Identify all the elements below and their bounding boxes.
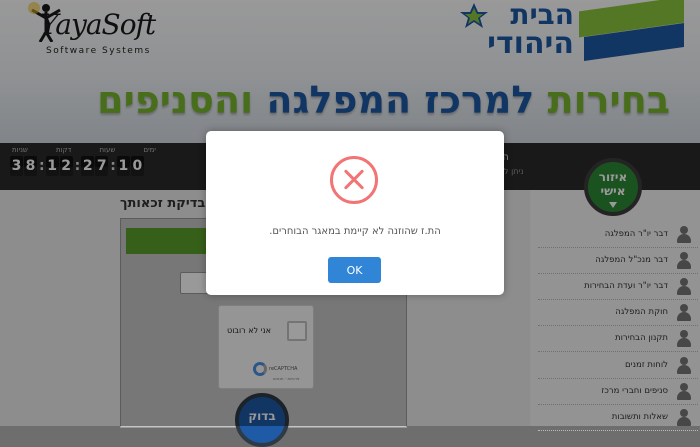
ok-button[interactable]: OK [328, 257, 381, 283]
error-message: הת.ז שהוזנה לא קיימת במאגר הבוחרים. [269, 226, 441, 237]
error-x-icon [330, 156, 378, 204]
error-dialog: הת.ז שהוזנה לא קיימת במאגר הבוחרים. OK [206, 131, 504, 295]
